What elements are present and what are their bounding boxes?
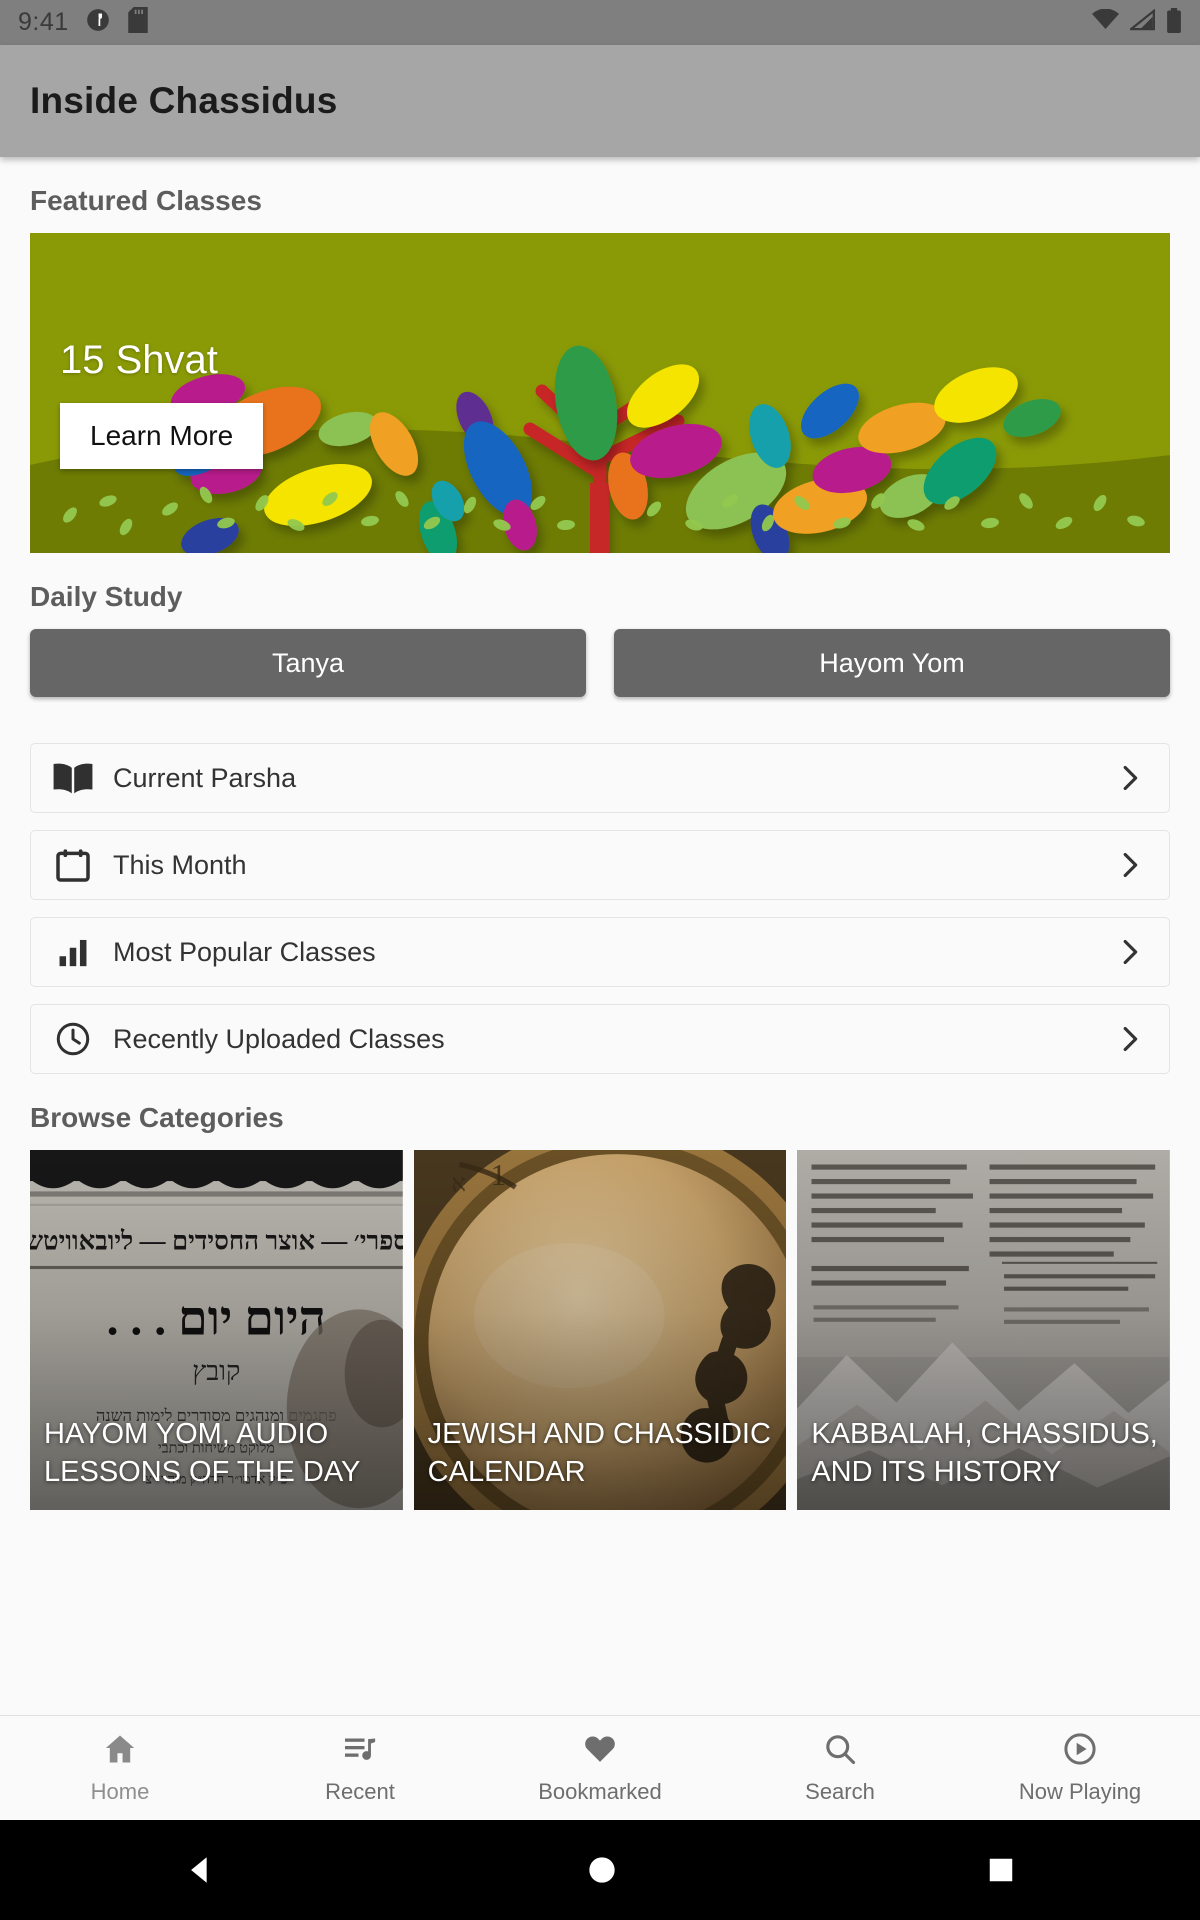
app-bar: Inside Chassidus: [0, 45, 1200, 157]
quick-link-label: Current Parsha: [113, 762, 297, 793]
sd-card-icon: [127, 7, 149, 38]
chevron-right-icon: [1113, 935, 1147, 969]
book-icon: [47, 760, 99, 796]
category-card-title: KABBALAH, CHASSIDUS, AND ITS HISTORY: [811, 1418, 1158, 1489]
quick-link-most-popular[interactable]: Most Popular Classes: [30, 917, 1170, 987]
status-bar-right: [1092, 7, 1182, 38]
status-bar-left: 9:41: [18, 7, 149, 38]
heart-icon: [582, 1731, 618, 1772]
daily-study-buttons: Tanya Hayom Yom: [30, 629, 1170, 697]
quick-link-current-parsha[interactable]: Current Parsha: [30, 743, 1170, 813]
bar-chart-icon: [47, 935, 99, 969]
search-icon: [822, 1731, 858, 1772]
home-circle-icon[interactable]: [586, 1854, 618, 1886]
chevron-right-icon: [1113, 1022, 1147, 1056]
recents-square-icon[interactable]: [986, 1855, 1016, 1885]
category-card-calendar[interactable]: 1 א JEWISH AND CHASSIDIC CALENDAR: [413, 1150, 787, 1510]
back-triangle-icon[interactable]: [184, 1853, 218, 1887]
chevron-right-icon: [1113, 761, 1147, 795]
quick-link-recently-uploaded[interactable]: Recently Uploaded Classes: [30, 1004, 1170, 1074]
nav-item-bookmarked[interactable]: Bookmarked: [480, 1731, 720, 1805]
hayom-yom-button[interactable]: Hayom Yom: [614, 629, 1170, 697]
battery-icon: [1166, 7, 1182, 38]
quick-link-label: This Month: [113, 849, 247, 880]
main-scroll-content[interactable]: Featured Classes 15 Shvat Learn More Dai…: [0, 157, 1200, 1715]
nav-item-label: Recent: [325, 1779, 395, 1804]
daily-study-section-title: Daily Study: [30, 581, 183, 612]
status-bar: 9:41: [0, 0, 1200, 45]
android-system-navigation: [0, 1820, 1200, 1920]
quick-link-label: Recently Uploaded Classes: [113, 1023, 445, 1054]
app-notification-icon: [85, 7, 111, 38]
page-title: Inside Chassidus: [30, 80, 338, 121]
category-card-hayom-yom[interactable]: ספרי׳ — אוצר החסידים — ליובאוויטש . . . …: [30, 1150, 403, 1510]
learn-more-button[interactable]: Learn More: [60, 403, 264, 469]
category-cards: ספרי׳ — אוצר החסידים — ליובאוויטש . . . …: [30, 1150, 1171, 1510]
nav-item-recent[interactable]: Recent: [240, 1731, 480, 1805]
nav-item-search[interactable]: Search: [720, 1731, 960, 1805]
nav-item-home[interactable]: Home: [0, 1731, 240, 1805]
banner-content: 15 Shvat Learn More: [60, 338, 264, 469]
banner-label: 15 Shvat: [60, 338, 218, 382]
category-card-kabbalah[interactable]: KABBALAH, CHASSIDUS, AND ITS HISTORY: [797, 1150, 1171, 1510]
nav-item-label: Home: [90, 1779, 150, 1804]
play-circle-icon: [1062, 1731, 1098, 1772]
bottom-navigation-bar: Home Recent Bookmarked Search Now Playin…: [0, 1715, 1200, 1820]
queue-music-icon: [342, 1731, 378, 1772]
nav-item-label: Bookmarked: [538, 1779, 662, 1804]
featured-section-title: Featured Classes: [30, 185, 262, 216]
quick-link-this-month[interactable]: This Month: [30, 830, 1170, 900]
nav-item-label: Search: [805, 1779, 875, 1804]
nav-item-label: Now Playing: [1018, 1779, 1142, 1804]
clock-icon: [47, 1020, 99, 1058]
quick-links-list: Current Parsha This Month Most Popular C…: [30, 743, 1170, 1074]
category-card-title: HAYOM YOM, AUDIO LESSONS OF THE DAY: [44, 1418, 361, 1489]
quick-link-label: Most Popular Classes: [113, 936, 376, 967]
wifi-icon: [1092, 8, 1119, 36]
category-card-title: JEWISH AND CHASSIDIC CALENDAR: [427, 1418, 771, 1489]
home-icon: [102, 1731, 138, 1772]
tanya-button[interactable]: Tanya: [30, 629, 586, 697]
calendar-icon: [47, 845, 99, 885]
nav-item-now-playing[interactable]: Now Playing: [960, 1731, 1200, 1805]
browse-section-title: Browse Categories: [30, 1102, 284, 1133]
cell-signal-icon: [1127, 8, 1155, 36]
featured-banner[interactable]: 15 Shvat Learn More: [30, 233, 1170, 553]
status-bar-clock: 9:41: [18, 8, 69, 36]
chevron-right-icon: [1113, 848, 1147, 882]
